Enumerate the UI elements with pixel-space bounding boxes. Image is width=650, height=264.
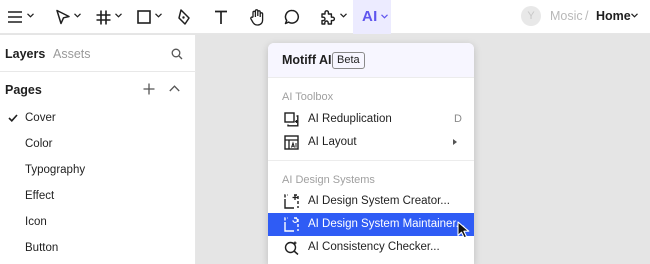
menu-item-label: AI Design System Creator...	[308, 195, 450, 207]
menu-item-ai-reduplication[interactable]: AI Reduplication D	[268, 108, 474, 131]
pages-title: Pages	[5, 83, 42, 97]
frame-tool-button[interactable]	[95, 0, 111, 34]
puzzle-icon	[321, 9, 336, 25]
page-item-icon[interactable]: Icon	[25, 216, 47, 228]
pen-tool-button[interactable]	[177, 0, 191, 34]
page-item-effect[interactable]: Effect	[25, 190, 54, 202]
menu-item-ai-layout[interactable]: AI Layout	[268, 131, 474, 154]
menu-item-label: AI Layout	[308, 136, 357, 148]
menu-title: Motiff AI	[282, 53, 332, 67]
chevron-down-icon[interactable]	[631, 13, 638, 18]
creator-icon	[284, 194, 299, 209]
menu-header: Motiff AI Beta	[268, 43, 474, 78]
chevron-down-icon[interactable]	[115, 13, 122, 18]
toolbar: AI Y Mosic / Home	[0, 0, 650, 34]
pointer-icon	[56, 9, 70, 25]
text-icon	[214, 10, 227, 24]
comment-tool-button[interactable]	[284, 0, 300, 34]
square-icon	[136, 10, 151, 24]
tab-layers[interactable]: Layers	[5, 47, 45, 61]
hand-icon	[249, 8, 263, 26]
menu-item-label: AI Consistency Checker...	[308, 241, 440, 253]
menu-item-label: AI Design System Maintainer...	[308, 218, 466, 230]
checker-icon	[284, 241, 299, 255]
pen-icon	[177, 9, 190, 25]
page-item-color[interactable]: Color	[25, 138, 52, 150]
chevron-down-icon[interactable]	[381, 14, 388, 19]
chevron-down-icon[interactable]	[155, 13, 162, 18]
page-item-typography[interactable]: Typography	[25, 164, 85, 176]
maintainer-icon	[284, 217, 299, 232]
section-label-design-systems: AI Design Systems	[282, 174, 375, 186]
divider	[0, 71, 196, 72]
submenu-arrow-icon	[453, 139, 457, 145]
text-tool-button[interactable]	[213, 0, 228, 34]
breadcrumb-project[interactable]: Mosic	[550, 9, 583, 23]
move-tool-button[interactable]	[55, 0, 71, 34]
add-page-icon[interactable]	[143, 83, 155, 95]
breadcrumb-separator: /	[585, 9, 589, 23]
menu-item-ai-design-system-maintainer[interactable]: AI Design System Maintainer...	[268, 213, 474, 236]
search-icon[interactable]	[171, 48, 183, 60]
comment-icon	[284, 9, 300, 25]
beta-badge: Beta	[332, 52, 365, 69]
shape-tool-button[interactable]	[136, 0, 151, 34]
divider	[268, 160, 474, 161]
check-icon	[8, 114, 18, 122]
page-item-button[interactable]: Button	[25, 242, 58, 254]
reduplication-icon	[284, 112, 299, 127]
layout-icon	[284, 135, 299, 150]
chevron-up-icon[interactable]	[169, 85, 180, 92]
hash-icon	[96, 10, 110, 24]
shortcut-label: D	[454, 113, 462, 125]
page-item-cover[interactable]: Cover	[25, 112, 56, 124]
chevron-down-icon[interactable]	[340, 13, 347, 18]
ai-button-label[interactable]: AI	[362, 8, 378, 25]
main-menu-button[interactable]	[7, 0, 23, 34]
ai-dropdown-menu: Motiff AI Beta AI Toolbox AI Reduplicati…	[268, 43, 474, 264]
avatar[interactable]: Y	[521, 6, 541, 26]
hand-tool-button[interactable]	[248, 0, 265, 34]
hamburger-icon	[8, 11, 22, 23]
breadcrumb-page[interactable]: Home	[596, 9, 631, 23]
tab-assets[interactable]: Assets	[53, 47, 91, 61]
menu-item-ai-design-system-creator[interactable]: AI Design System Creator...	[268, 190, 474, 213]
mouse-cursor-icon	[457, 221, 470, 239]
plugin-tool-button[interactable]	[319, 0, 336, 34]
menu-item-ai-consistency-checker[interactable]: AI Consistency Checker...	[268, 236, 474, 259]
chevron-down-icon[interactable]	[74, 13, 81, 18]
section-label-toolbox: AI Toolbox	[282, 91, 334, 103]
menu-item-label: AI Reduplication	[308, 113, 392, 125]
chevron-down-icon[interactable]	[27, 13, 34, 18]
sidebar: Layers Assets Pages Cover Color Typograp…	[0, 35, 196, 264]
